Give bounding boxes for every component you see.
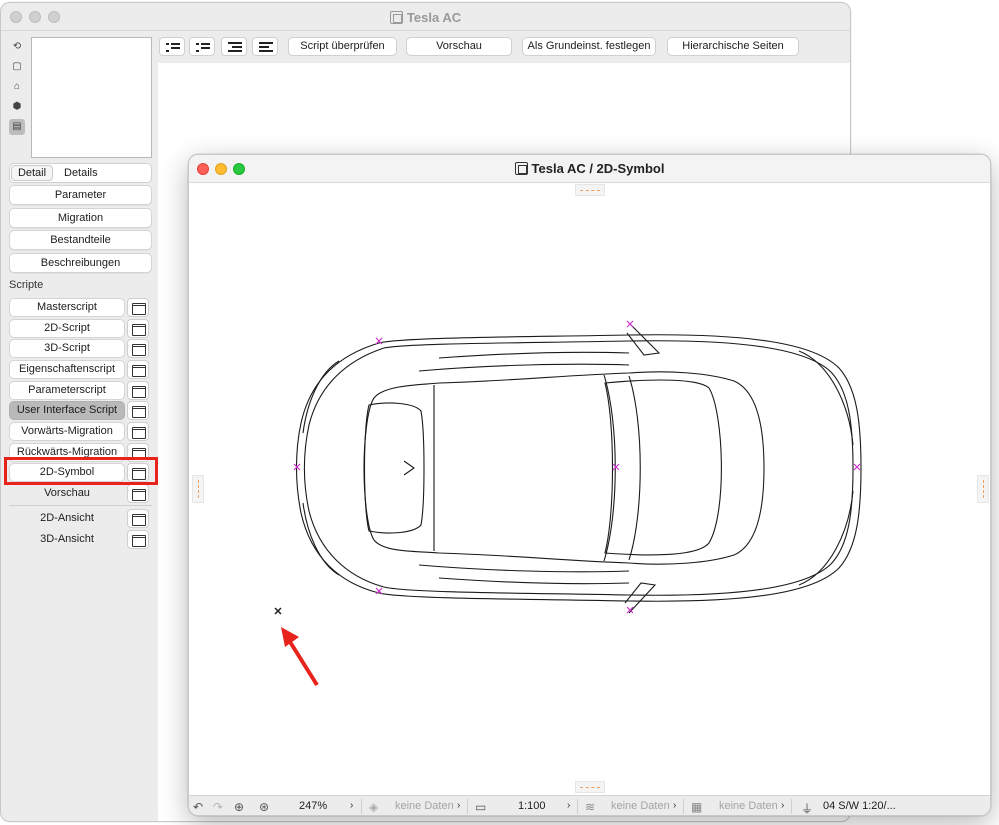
hotspots[interactable]	[293, 320, 861, 614]
left-panel: ⟲ ▢ ⌂ ⬢ ▤ Detail Details Parameter Migra…	[1, 31, 158, 821]
zoom-value[interactable]: 247%	[299, 800, 327, 812]
redo-view-icon[interactable]: ↷	[213, 800, 223, 814]
floorplan-icon[interactable]: ⌂	[9, 79, 25, 95]
scale-icon: ▭	[475, 800, 487, 814]
open-window-icon[interactable]	[127, 381, 149, 400]
warning-list-2-icon[interactable]	[189, 37, 215, 56]
indent-icon[interactable]	[221, 37, 247, 56]
descriptions-button[interactable]: Beschreibungen	[9, 253, 152, 273]
chevron-right-icon[interactable]: ›	[457, 800, 460, 811]
window-title-text: Tesla AC	[406, 10, 462, 25]
outdent-icon[interactable]	[252, 37, 278, 56]
c-line	[628, 375, 641, 561]
door-seam-top	[438, 351, 630, 359]
script-button-ui-script[interactable]: User Interface Script	[9, 401, 125, 420]
divider	[9, 505, 152, 506]
2d-symbol-window: Tesla AC / 2D-Symbol ↶ ↷ ⊕ ⊛ 247% › ◈ ke…	[188, 154, 991, 816]
titlebar: Tesla AC / 2D-Symbol	[189, 155, 990, 183]
zoom-in-icon[interactable]: ⊕	[234, 800, 244, 814]
status-bar: ↶ ↷ ⊕ ⊛ 247% › ◈ keine Daten › ▭ 1:100 ›…	[189, 795, 990, 816]
pen-set-value[interactable]: 04 S/W 1:20/...	[823, 800, 896, 812]
open-window-icon[interactable]	[127, 509, 149, 528]
structure-value[interactable]: keine Daten	[719, 800, 778, 812]
red-arrow-annotation	[281, 627, 319, 687]
script-button-forward-migration[interactable]: Vorwärts-Migration	[9, 422, 125, 441]
pen-icon: ⏚	[801, 802, 814, 816]
view-mode-icons: ⟲ ▢ ⌂ ⬢ ▤	[9, 39, 27, 139]
script-button-2d-script[interactable]: 2D-Script	[9, 319, 125, 338]
check-script-button[interactable]: Script überprüfen	[288, 37, 397, 56]
open-window-icon[interactable]	[127, 319, 149, 338]
layers-value[interactable]: keine Daten	[611, 800, 670, 812]
script-button-preview[interactable]: Vorschau	[9, 484, 125, 503]
tab-details[interactable]: Details	[64, 167, 98, 179]
layer-combo-value[interactable]: keine Daten	[395, 800, 454, 812]
preview-box	[31, 37, 152, 158]
wiper-mark	[403, 460, 415, 476]
components-button[interactable]: Bestandteile	[9, 230, 152, 250]
door-seam-bottom	[438, 577, 630, 585]
window-line-top	[418, 363, 630, 372]
view-button-3d[interactable]: 3D-Ansicht	[9, 530, 125, 549]
window-title: Tesla AC	[1, 10, 850, 25]
chevron-right-icon[interactable]: ›	[567, 800, 570, 811]
scripts-section-label: Scripte	[9, 279, 44, 291]
square-icon[interactable]: ▢	[9, 59, 25, 75]
warning-list-icon[interactable]	[159, 37, 185, 56]
rotate-icon[interactable]: ⟲	[9, 39, 25, 55]
titlebar: Tesla AC	[1, 3, 850, 31]
film-icon[interactable]: ▤	[9, 119, 25, 135]
view-button-2d[interactable]: 2D-Ansicht	[9, 509, 125, 528]
migration-button[interactable]: Migration	[9, 208, 152, 228]
layer-combo-icon: ◈	[369, 800, 379, 814]
drawing-canvas[interactable]	[189, 183, 990, 795]
body-inner-outline	[303, 340, 854, 596]
preview-button[interactable]: Vorschau	[406, 37, 512, 56]
editor-toolbar: Script überprüfen Vorschau Als Grundeins…	[157, 31, 850, 63]
car-symbol-drawing	[274, 320, 862, 615]
cube-icon[interactable]: ⬢	[9, 99, 25, 115]
mirror-bottom	[624, 582, 657, 614]
highlight-box	[4, 457, 158, 485]
chevron-right-icon[interactable]: ›	[350, 800, 353, 811]
open-window-icon[interactable]	[127, 401, 149, 420]
script-button-3d-script[interactable]: 3D-Script	[9, 339, 125, 358]
window-title-text: Tesla AC / 2D-Symbol	[531, 161, 665, 176]
hierarchical-pages-button[interactable]: Hierarchische Seiten	[667, 37, 799, 56]
open-window-icon[interactable]	[127, 360, 149, 379]
windshield	[363, 402, 425, 534]
open-window-icon[interactable]	[127, 298, 149, 317]
scale-value[interactable]: 1:100	[518, 800, 546, 812]
open-window-icon[interactable]	[127, 530, 149, 549]
undo-view-icon[interactable]: ↶	[193, 800, 203, 814]
object-icon	[389, 11, 403, 24]
object-icon	[514, 162, 528, 175]
set-default-button[interactable]: Als Grundeinst. festlegen	[522, 37, 656, 56]
body-outline	[295, 334, 862, 602]
chevron-right-icon[interactable]: ›	[673, 800, 676, 811]
open-window-icon[interactable]	[127, 339, 149, 358]
detail-segmented-control: Detail Details	[9, 163, 152, 183]
b-pillar	[603, 374, 616, 562]
window-line-bottom	[418, 564, 630, 573]
origin-marker	[274, 607, 282, 615]
open-window-icon[interactable]	[127, 484, 149, 503]
zoom-fit-icon[interactable]: ⊛	[259, 800, 269, 814]
structure-icon: ▦	[691, 800, 703, 814]
rear-window	[604, 379, 722, 556]
chevron-right-icon[interactable]: ›	[781, 800, 784, 811]
taillight-top	[302, 360, 340, 434]
script-button-masterscript[interactable]: Masterscript	[9, 298, 125, 317]
mirror-top	[626, 322, 661, 356]
open-window-icon[interactable]	[127, 422, 149, 441]
script-button-parameterscript[interactable]: Parameterscript	[9, 381, 125, 400]
layers-icon: ≋	[585, 800, 596, 814]
window-title: Tesla AC / 2D-Symbol	[189, 161, 990, 176]
parameter-button[interactable]: Parameter	[9, 185, 152, 205]
tab-detail[interactable]: Detail	[11, 165, 53, 181]
taillight-bottom	[302, 502, 340, 576]
script-button-properties[interactable]: Eigenschaftenscript	[9, 360, 125, 379]
